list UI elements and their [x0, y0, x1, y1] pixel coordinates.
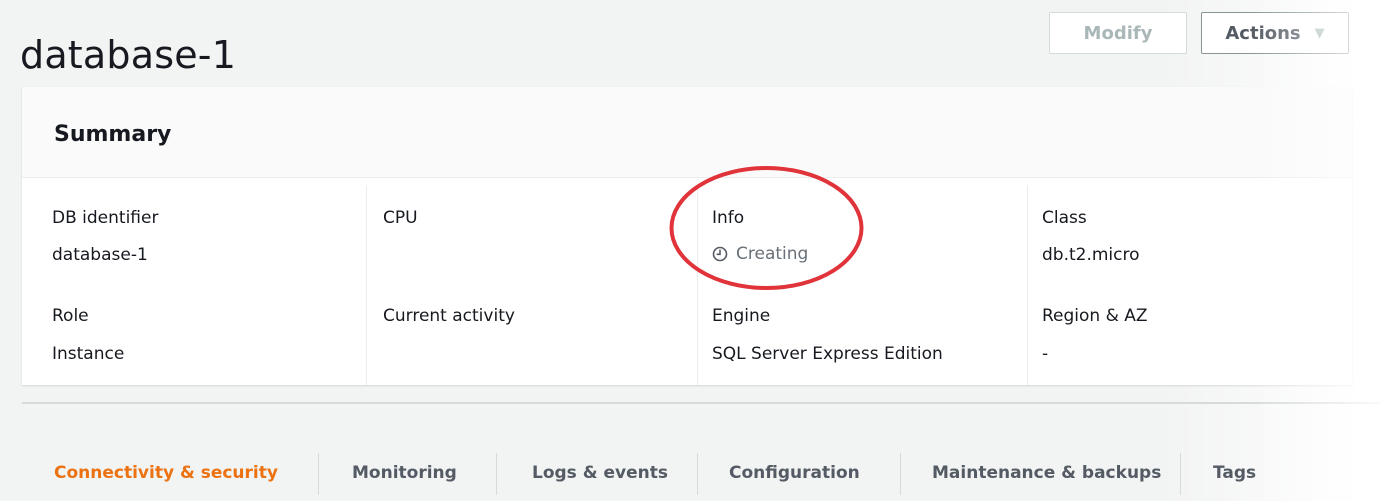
tab-logs-events[interactable]: Logs & events	[532, 463, 668, 483]
status-text: Creating	[736, 244, 809, 264]
detail-tabs: Connectivity & security Monitoring Logs …	[22, 445, 1352, 501]
column-divider	[697, 185, 698, 385]
summary-title: Summary	[54, 122, 172, 147]
rds-instance-page: database-1 Modify Actions ▼ Summary DB i…	[0, 0, 1380, 501]
cpu-label: CPU	[383, 208, 418, 228]
engine-label: Engine	[712, 306, 771, 326]
current-activity-label: Current activity	[383, 306, 515, 326]
tab-separator	[697, 453, 698, 495]
tab-separator	[318, 453, 319, 495]
db-identifier-label: DB identifier	[52, 208, 159, 228]
clock-icon	[712, 246, 728, 262]
section-divider	[22, 402, 1380, 404]
actions-button[interactable]: Actions ▼	[1201, 12, 1349, 54]
tab-configuration[interactable]: Configuration	[729, 463, 860, 483]
db-identifier-value: database-1	[52, 245, 148, 265]
region-az-value: -	[1042, 344, 1049, 364]
actions-button-label: Actions	[1225, 22, 1301, 44]
engine-value: SQL Server Express Edition	[712, 344, 943, 364]
tab-tags[interactable]: Tags	[1213, 463, 1256, 483]
role-value: Instance	[52, 344, 125, 364]
status-creating: Creating	[712, 244, 808, 264]
modify-button[interactable]: Modify	[1049, 12, 1187, 54]
tab-maintenance-backups[interactable]: Maintenance & backups	[932, 463, 1161, 483]
class-label: Class	[1042, 208, 1087, 228]
column-divider	[1027, 185, 1028, 385]
class-value: db.t2.micro	[1042, 245, 1140, 265]
tab-separator	[1180, 453, 1181, 495]
region-az-label: Region & AZ	[1042, 306, 1148, 326]
modify-button-label: Modify	[1083, 22, 1153, 44]
info-label: Info	[712, 208, 745, 228]
caret-down-icon: ▼	[1314, 25, 1325, 41]
summary-header: Summary	[22, 87, 1352, 178]
tab-connectivity-security[interactable]: Connectivity & security	[54, 463, 278, 483]
summary-panel: Summary DB identifier database-1 Role In…	[22, 87, 1352, 385]
role-label: Role	[52, 306, 89, 326]
tab-separator	[496, 453, 497, 495]
tab-separator	[900, 453, 901, 495]
tab-monitoring[interactable]: Monitoring	[352, 463, 457, 483]
page-title: database-1	[20, 33, 237, 78]
column-divider	[366, 185, 367, 385]
